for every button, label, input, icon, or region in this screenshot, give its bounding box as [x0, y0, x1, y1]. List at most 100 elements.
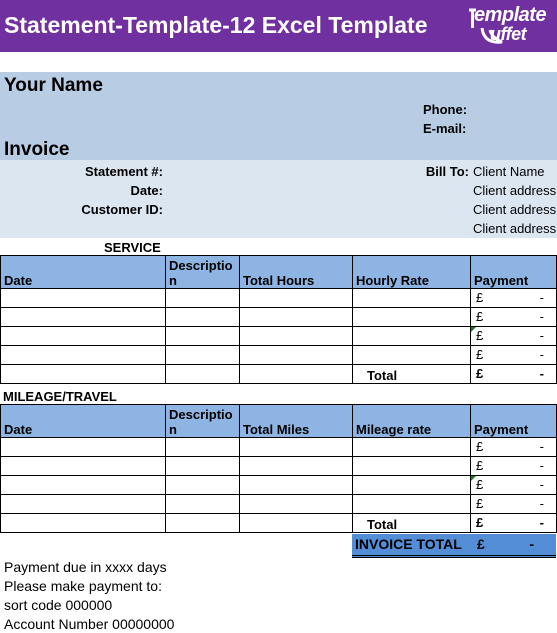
- miles-cell[interactable]: [239, 494, 353, 514]
- date-cell[interactable]: [0, 437, 166, 457]
- client-address-line[interactable]: Client address: [473, 202, 556, 217]
- payment-cell[interactable]: £ -: [470, 475, 557, 495]
- document-title: Statement-Template-12 Excel Template: [4, 12, 428, 38]
- currency-symbol: £: [476, 515, 484, 530]
- description-cell[interactable]: [165, 494, 240, 514]
- logo-text-bottom: uffet: [490, 24, 527, 44]
- rate-cell[interactable]: [352, 288, 471, 308]
- column-header-total-hours: Total Hours: [239, 255, 353, 289]
- column-header-description: Descriptio n: [165, 404, 240, 438]
- email-label: E-mail:: [423, 121, 467, 136]
- invoice-total-bar: INVOICE TOTAL £ -: [352, 534, 556, 558]
- payment-terms[interactable]: Payment due in xxxx days: [4, 559, 167, 575]
- empty-cell: [239, 513, 353, 533]
- statement-number-label: Statement #:: [84, 164, 163, 179]
- currency-symbol: £: [477, 536, 485, 552]
- sort-code[interactable]: sort code 000000: [4, 597, 112, 613]
- rate-cell[interactable]: [352, 494, 471, 514]
- payment-value: -: [539, 328, 544, 343]
- description-cell[interactable]: [165, 288, 240, 308]
- payment-cell[interactable]: £ -: [470, 494, 557, 514]
- payment-value: -: [539, 477, 544, 492]
- template-buffet-logo: emplate uffet: [466, 4, 554, 46]
- miles-cell[interactable]: [239, 475, 353, 495]
- description-cell[interactable]: [165, 437, 240, 457]
- payment-value: -: [539, 496, 544, 511]
- payment-cell[interactable]: £ -: [470, 288, 557, 308]
- service-header-row: Date Descriptio n Total Hours Hourly Rat…: [0, 255, 557, 289]
- table-row: £ -: [0, 494, 557, 514]
- invoice-total-value: -: [529, 536, 534, 552]
- currency-symbol: £: [476, 496, 484, 511]
- client-address-line[interactable]: Client address: [473, 183, 556, 198]
- payment-cell[interactable]: £ -: [470, 326, 557, 346]
- column-header-payment: Payment: [470, 404, 557, 438]
- invoice-heading: Invoice: [4, 139, 70, 160]
- rate-cell[interactable]: [352, 307, 471, 327]
- total-payment-cell: £ -: [470, 364, 557, 384]
- payment-value: -: [539, 458, 544, 473]
- mileage-header-row: Date Descriptio n Total Miles Mileage ra…: [0, 404, 557, 438]
- rate-cell[interactable]: [352, 475, 471, 495]
- payment-cell[interactable]: £ -: [470, 345, 557, 365]
- date-cell[interactable]: [0, 456, 166, 476]
- description-cell[interactable]: [165, 326, 240, 346]
- total-value: -: [539, 515, 544, 530]
- hours-cell[interactable]: [239, 345, 353, 365]
- date-cell[interactable]: [0, 288, 166, 308]
- empty-cell: [239, 364, 353, 384]
- your-name[interactable]: Your Name: [4, 75, 103, 97]
- rate-cell[interactable]: [352, 456, 471, 476]
- description-cell[interactable]: [165, 456, 240, 476]
- date-cell[interactable]: [0, 494, 166, 514]
- payment-instructions[interactable]: Please make payment to:: [4, 578, 162, 594]
- payment-cell[interactable]: £ -: [470, 456, 557, 476]
- column-header-mileage-rate: Mileage rate: [352, 404, 471, 438]
- description-cell[interactable]: [165, 475, 240, 495]
- table-row: £ -: [0, 326, 557, 346]
- payment-value: -: [539, 290, 544, 305]
- empty-cell: [0, 364, 166, 384]
- table-row: £ -: [0, 475, 557, 495]
- service-table: Date Descriptio n Total Hours Hourly Rat…: [0, 255, 557, 384]
- miles-cell[interactable]: [239, 456, 353, 476]
- empty-cell: [165, 364, 240, 384]
- payment-cell[interactable]: £ -: [470, 437, 557, 457]
- date-cell[interactable]: [0, 307, 166, 327]
- column-header-total-miles: Total Miles: [239, 404, 353, 438]
- total-row: Total £ -: [0, 513, 557, 533]
- payment-cell[interactable]: £ -: [470, 307, 557, 327]
- account-number[interactable]: Account Number 00000000: [4, 616, 174, 632]
- column-header-date: Date: [0, 255, 166, 289]
- miles-cell[interactable]: [239, 437, 353, 457]
- currency-symbol: £: [476, 366, 484, 381]
- bill-to-label: Bill To:: [425, 164, 469, 179]
- date-cell[interactable]: [0, 475, 166, 495]
- phone-label: Phone:: [423, 102, 468, 117]
- currency-symbol: £: [476, 458, 484, 473]
- description-cell[interactable]: [165, 345, 240, 365]
- total-value: -: [539, 366, 544, 381]
- currency-symbol: £: [476, 290, 484, 305]
- total-label: Total: [352, 364, 471, 384]
- client-address-line[interactable]: Client address: [473, 221, 556, 236]
- date-label: Date:: [130, 183, 163, 198]
- date-cell[interactable]: [0, 345, 166, 365]
- column-header-date: Date: [0, 404, 166, 438]
- currency-symbol: £: [476, 347, 484, 362]
- customer-id-label: Customer ID:: [81, 202, 163, 217]
- client-name[interactable]: Client Name: [473, 164, 545, 179]
- currency-symbol: £: [476, 439, 484, 454]
- rate-cell[interactable]: [352, 437, 471, 457]
- title-banner: Statement-Template-12 Excel Template emp…: [0, 0, 557, 52]
- hours-cell[interactable]: [239, 326, 353, 346]
- rate-cell[interactable]: [352, 345, 471, 365]
- rate-cell[interactable]: [352, 326, 471, 346]
- hours-cell[interactable]: [239, 307, 353, 327]
- hours-cell[interactable]: [239, 288, 353, 308]
- empty-cell: [165, 513, 240, 533]
- empty-cell: [0, 513, 166, 533]
- description-cell[interactable]: [165, 307, 240, 327]
- date-cell[interactable]: [0, 326, 166, 346]
- column-header-description: Descriptio n: [165, 255, 240, 289]
